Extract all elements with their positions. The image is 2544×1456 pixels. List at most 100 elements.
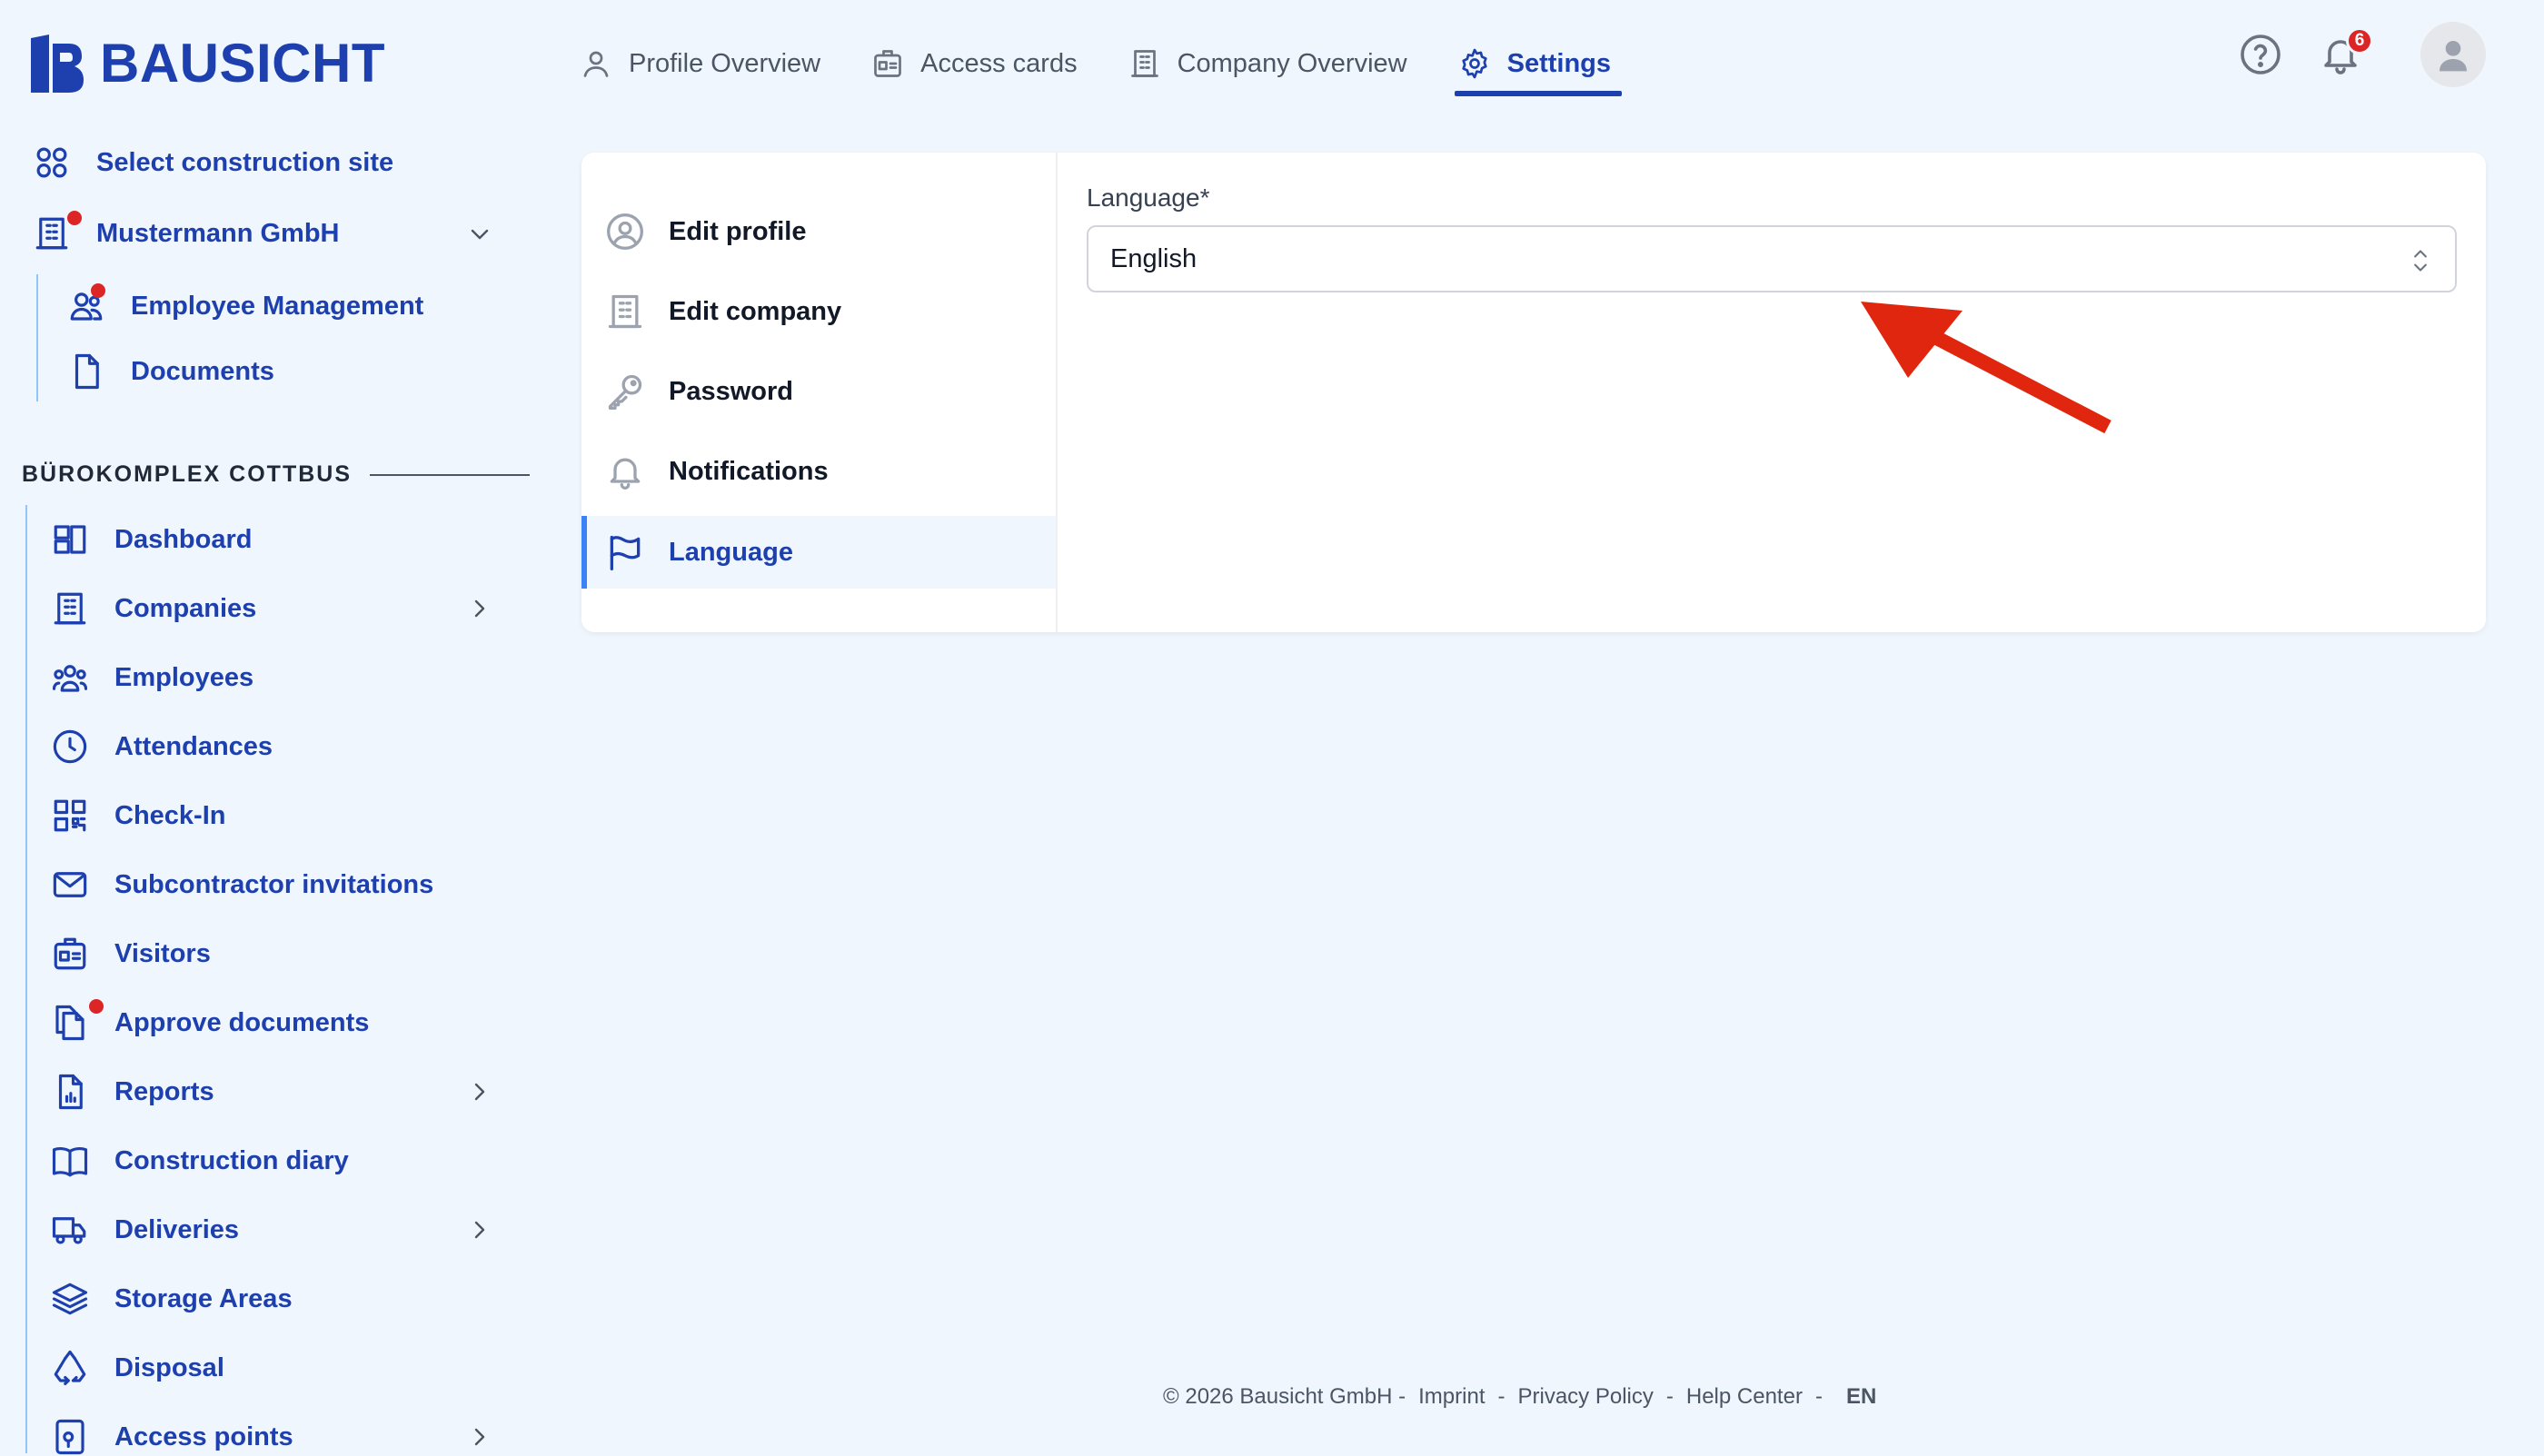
building-icon	[54, 592, 86, 625]
sidebar-item-access-points[interactable]: Access points	[51, 1418, 293, 1456]
sidebar-item-companies[interactable]: Companies	[51, 589, 256, 628]
documents-stack-icon	[55, 1005, 84, 1041]
sidebar-item-label: Dashboard	[114, 524, 253, 554]
menu-label: Notifications	[669, 456, 829, 486]
menu-label: Edit company	[669, 296, 842, 326]
chevron-right-icon[interactable]	[465, 1422, 494, 1451]
tab-label: Settings	[1506, 48, 1612, 78]
employee-management-label: Employee Management	[131, 291, 424, 321]
sidebar-item-label: Companies	[114, 593, 257, 623]
user-icon	[583, 51, 609, 77]
menu-edit-profile[interactable]: Edit profile	[581, 195, 1056, 268]
building-icon	[35, 217, 68, 250]
sidebar-item-label: Attendances	[114, 731, 273, 761]
qr-code-icon	[54, 799, 86, 832]
sidebar-item-label: Visitors	[114, 938, 211, 968]
tab-label: Access cards	[920, 48, 1078, 78]
settings-card: Edit profile Edit company Password Notif…	[581, 153, 2486, 632]
building-icon	[1130, 50, 1158, 77]
building-icon	[608, 294, 642, 329]
menu-edit-company[interactable]: Edit company	[581, 275, 1056, 348]
select-construction-site[interactable]: Select construction site	[33, 144, 393, 182]
footer-separator: -	[1665, 1384, 1674, 1409]
section-divider	[370, 473, 530, 476]
sidebar-item-label: Access points	[114, 1421, 293, 1451]
book-open-icon	[52, 1147, 88, 1177]
menu-notifications[interactable]: Notifications	[581, 435, 1056, 508]
language-select[interactable]: English	[1087, 225, 2457, 292]
approve-documents-alert-dot	[89, 999, 104, 1014]
footer-copyright: © 2026 Bausicht GmbH -	[1163, 1384, 1406, 1409]
sidebar-item-label: Check-In	[114, 800, 226, 830]
sidebar-item-label: Employees	[114, 662, 254, 692]
top-navigation: Profile Overview Access cards Company Ov…	[580, 36, 1623, 96]
sidebar-item-disposal[interactable]: Disposal	[51, 1349, 224, 1387]
documents-link[interactable]: Documents	[67, 352, 274, 391]
employee-management-link[interactable]: Employee Management	[67, 287, 423, 325]
flag-icon	[610, 535, 641, 570]
documents-label: Documents	[131, 356, 274, 386]
tab-label: Company Overview	[1177, 48, 1407, 78]
key-icon	[608, 374, 642, 410]
chevron-right-icon[interactable]	[465, 1077, 494, 1106]
access-point-icon	[55, 1419, 84, 1455]
menu-label: Edit profile	[669, 216, 807, 246]
tab-access-cards[interactable]: Access cards	[871, 36, 1078, 91]
recycle-icon	[54, 1350, 86, 1386]
select-site-label: Select construction site	[96, 147, 394, 177]
id-card-icon	[54, 937, 86, 970]
tab-settings[interactable]: Settings	[1454, 36, 1623, 96]
footer-privacy-link[interactable]: Privacy Policy	[1518, 1384, 1654, 1410]
sidebar-item-reports[interactable]: Reports	[51, 1073, 214, 1111]
sidebar-item-label: Approve documents	[114, 1007, 370, 1037]
document-icon	[75, 353, 99, 390]
footer-imprint-link[interactable]: Imprint	[1418, 1384, 1485, 1410]
sidebar-item-subcontractor-invitations[interactable]: Subcontractor invitations	[51, 866, 433, 904]
tab-company-overview[interactable]: Company Overview	[1128, 36, 1407, 91]
chevron-down-icon[interactable]	[465, 220, 494, 249]
sidebar-item-storage-areas[interactable]: Storage Areas	[51, 1280, 293, 1318]
help-button[interactable]	[2239, 33, 2282, 76]
gear-icon	[1461, 48, 1487, 79]
chevron-right-icon[interactable]	[465, 1215, 494, 1244]
clock-icon	[53, 729, 87, 764]
footer-help-link[interactable]: Help Center	[1686, 1384, 1803, 1410]
grid-icon	[36, 147, 67, 178]
menu-language[interactable]: Language	[581, 516, 1056, 589]
footer: © 2026 Bausicht GmbH - Imprint - Privacy…	[1163, 1384, 1876, 1410]
sidebar-item-attendances[interactable]: Attendances	[51, 728, 273, 766]
id-card-icon	[874, 50, 901, 77]
user-circle-icon	[607, 213, 643, 250]
chevron-right-icon[interactable]	[465, 594, 494, 623]
sidebar-item-dashboard[interactable]: Dashboard	[51, 520, 252, 559]
sidebar-item-deliveries[interactable]: Deliveries	[51, 1211, 239, 1249]
envelope-icon	[53, 872, 87, 897]
sidebar-item-employees[interactable]: Employees	[51, 659, 253, 697]
site-section-title: BÜROKOMPLEX COTTBUS	[22, 461, 530, 488]
question-circle-icon	[2241, 35, 2281, 74]
sidebar-item-visitors[interactable]: Visitors	[51, 935, 211, 973]
employee-alert-dot	[91, 283, 105, 298]
sidebar-item-check-in[interactable]: Check-In	[51, 797, 225, 835]
user-avatar[interactable]	[2420, 22, 2486, 87]
header-actions: 6	[2239, 22, 2486, 87]
truck-icon	[52, 1217, 86, 1244]
sidebar-item-label: Storage Areas	[114, 1283, 293, 1313]
notifications-button[interactable]: 6	[2319, 27, 2373, 76]
sidebar-item-label: Disposal	[114, 1352, 224, 1382]
chevron-up-down-icon	[2414, 250, 2427, 272]
tab-profile-overview[interactable]: Profile Overview	[580, 36, 820, 91]
menu-password[interactable]: Password	[581, 355, 1056, 428]
notification-count-badge: 6	[2346, 27, 2373, 54]
menu-label: Language	[669, 537, 793, 567]
footer-separator: -	[1814, 1384, 1823, 1409]
footer-language-switch[interactable]: EN	[1846, 1384, 1876, 1410]
sidebar-item-label: Reports	[114, 1076, 214, 1106]
bausicht-logo[interactable]: BAUSICHT	[29, 35, 385, 93]
menu-label: Password	[669, 376, 793, 406]
sidebar-item-construction-diary[interactable]: Construction diary	[51, 1142, 349, 1180]
sidebar-item-label: Construction diary	[114, 1145, 349, 1175]
sidebar-item-label: Deliveries	[114, 1214, 240, 1244]
users-group-icon	[52, 665, 88, 692]
brand-name: BAUSICHT	[100, 33, 385, 94]
